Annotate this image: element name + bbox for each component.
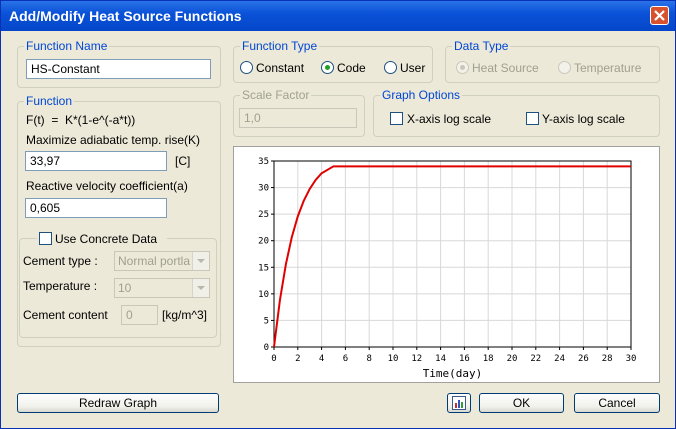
- x-tick-label: 24: [554, 354, 565, 364]
- data-type-group-label: Data Type: [452, 39, 511, 53]
- x-tick-label: 6: [343, 354, 348, 364]
- title-bar[interactable]: Add/Modify Heat Source Functions: [1, 1, 675, 31]
- cement-type-value: Normal portla: [118, 254, 191, 268]
- y-axis-log-checkbox[interactable]: [526, 112, 539, 125]
- max-temp-input[interactable]: [25, 151, 167, 171]
- y-tick-label: 30: [258, 184, 269, 194]
- function-type-constant-label[interactable]: Constant: [256, 61, 304, 75]
- y-tick-label: 10: [258, 290, 269, 300]
- function-group-label: Function: [24, 94, 75, 108]
- data-type-radio-heat-source[interactable]: [456, 61, 469, 74]
- y-tick-label: 0: [264, 343, 269, 353]
- y-tick-label: 25: [258, 210, 269, 220]
- function-name-group-label: Function Name: [24, 39, 110, 53]
- data-type-radio-temperature[interactable]: [558, 61, 571, 74]
- max-temp-unit: [C]: [175, 154, 191, 168]
- use-concrete-data-checkbox[interactable]: Use Concrete Data: [37, 231, 167, 247]
- y-tick-label: 5: [264, 316, 269, 326]
- chevron-down-icon[interactable]: [192, 252, 209, 270]
- x-tick-label: 8: [366, 354, 371, 364]
- cancel-button[interactable]: Cancel: [574, 393, 660, 413]
- x-tick-label: 30: [626, 354, 637, 364]
- graph-options-group-label: Graph Options: [380, 88, 463, 102]
- function-type-user-label[interactable]: User: [400, 61, 425, 75]
- x-axis-label: Time(day): [423, 367, 483, 380]
- chevron-down-icon[interactable]: [192, 279, 209, 297]
- y-tick-label: 35: [258, 157, 269, 167]
- close-icon: [654, 10, 665, 21]
- x-axis-log-checkbox[interactable]: [390, 112, 403, 125]
- y-tick-label: 15: [258, 263, 269, 273]
- graph-panel: 0 2 4 6 8 10 12 14 16 18 20 22 24 26 28 30 0 5 10 15 20 25 30 3…: [233, 146, 660, 383]
- x-tick-label: 18: [483, 354, 494, 364]
- ok-button[interactable]: OK: [479, 393, 564, 413]
- x-tick-label: 16: [459, 354, 470, 364]
- cement-content-unit: [kg/m^3]: [162, 308, 207, 322]
- x-tick-label: 20: [507, 354, 518, 364]
- x-tick-label: 10: [388, 354, 399, 364]
- x-tick-label: 0: [271, 354, 276, 364]
- scale-factor-input[interactable]: [239, 108, 357, 128]
- cement-content-label: Cement content: [23, 308, 108, 322]
- x-tick-label: 28: [602, 354, 613, 364]
- use-concrete-data-label: Use Concrete Data: [55, 232, 158, 246]
- x-tick-label: 2: [295, 354, 300, 364]
- x-axis-log-label[interactable]: X-axis log scale: [407, 112, 491, 126]
- function-name-input[interactable]: [26, 59, 211, 79]
- cement-type-select[interactable]: Normal portla: [114, 251, 210, 271]
- data-type-heat-source-label[interactable]: Heat Source: [472, 61, 539, 75]
- plot-frame: [273, 160, 632, 348]
- scale-factor-group-label: Scale Factor: [240, 88, 312, 102]
- temperature-select[interactable]: 10: [114, 278, 210, 298]
- function-type-radio-code[interactable]: [321, 61, 334, 74]
- y-axis-log-label[interactable]: Y-axis log scale: [542, 112, 625, 126]
- temperature-label: Temperature :: [23, 279, 98, 293]
- heat-source-chart: 0 2 4 6 8 10 12 14 16 18 20 22 24 26 28 300510152025303…: [258, 157, 637, 380]
- window-title: Add/Modify Heat Source Functions: [9, 8, 242, 24]
- x-tick-label: 14: [435, 354, 446, 364]
- cement-content-input[interactable]: [121, 305, 158, 325]
- x-tick-label: 4: [319, 354, 324, 364]
- y-tick-label: 20: [258, 237, 269, 247]
- data-type-temperature-label[interactable]: Temperature: [574, 61, 641, 75]
- function-type-radio-user[interactable]: [384, 61, 397, 74]
- x-tick-label: 26: [578, 354, 589, 364]
- redraw-graph-button[interactable]: Redraw Graph: [17, 393, 219, 413]
- max-temp-label: Maximize adiabatic temp. rise(K): [26, 133, 201, 147]
- velocity-label: Reactive velocity coefficient(a): [26, 179, 188, 193]
- cement-type-label: Cement type :: [23, 254, 98, 268]
- function-formula: F(t) = K*(1-e^(-a*t)): [26, 113, 136, 127]
- temperature-value: 10: [118, 281, 132, 295]
- series-line: [273, 165, 631, 348]
- x-tick-label: 22: [530, 354, 541, 364]
- graph-export-button[interactable]: [447, 393, 471, 413]
- function-type-code-label[interactable]: Code: [337, 61, 366, 75]
- chart-icon: [452, 396, 466, 410]
- dialog-window: Add/Modify Heat Source Functions Functio…: [0, 0, 676, 429]
- velocity-input[interactable]: [25, 198, 167, 218]
- x-tick-label: 12: [411, 354, 422, 364]
- function-type-group-label: Function Type: [240, 39, 320, 53]
- use-concrete-data-check-box[interactable]: [39, 232, 52, 245]
- function-type-radio-constant[interactable]: [240, 61, 253, 74]
- close-button[interactable]: [650, 6, 669, 25]
